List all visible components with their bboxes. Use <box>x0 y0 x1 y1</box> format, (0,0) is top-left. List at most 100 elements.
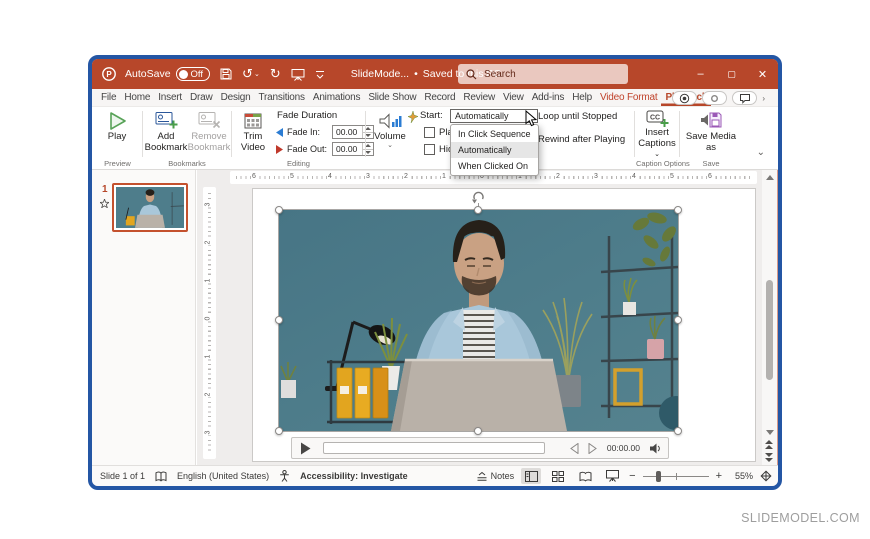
remove-bookmark-button: Remove Bookmark <box>188 109 230 157</box>
close-button[interactable]: ✕ <box>747 59 778 89</box>
selection-handle[interactable] <box>674 427 682 435</box>
copilot-button[interactable] <box>702 91 727 105</box>
autosave-toggle[interactable]: Off <box>176 67 211 81</box>
trim-video-button[interactable]: Trim Video <box>234 109 272 157</box>
save-icon[interactable] <box>220 68 232 80</box>
dropdown-option-when-clicked-on[interactable]: When Clicked On <box>451 158 538 174</box>
video-object[interactable] <box>279 210 678 431</box>
ribbon-tab-bar: FileHomeInsertDrawDesignTransitionsAnima… <box>92 89 778 107</box>
tab-design[interactable]: Design <box>217 89 255 106</box>
selection-handle[interactable] <box>474 206 482 214</box>
ruler-number: 1 <box>204 354 211 360</box>
selection-handle[interactable] <box>275 316 283 324</box>
ruler-number: 2 <box>555 173 561 180</box>
window-controls: – ▢ ✕ <box>685 59 778 89</box>
vertical-ruler: 3210123 <box>203 187 216 459</box>
selection-handle[interactable] <box>275 206 283 214</box>
previous-slide-button[interactable] <box>765 440 773 449</box>
tab-home[interactable]: Home <box>120 89 154 106</box>
tab-record[interactable]: Record <box>420 89 459 106</box>
ruler-number: 1 <box>441 173 447 180</box>
notes-button[interactable]: Notes <box>476 471 515 482</box>
tab-view[interactable]: View <box>499 89 528 106</box>
play-icon <box>106 109 128 132</box>
media-progress-bar[interactable] <box>323 442 545 454</box>
tab-animations[interactable]: Animations <box>309 89 364 106</box>
ruler-number: 4 <box>327 173 333 180</box>
minimize-button[interactable]: – <box>685 59 716 89</box>
group-label-bookmarks: Bookmarks <box>144 159 230 168</box>
dropdown-option-automatically[interactable]: Automatically <box>451 142 538 158</box>
normal-view-button[interactable] <box>521 468 541 484</box>
zoom-out-button[interactable]: − <box>629 470 635 482</box>
frame-back-button[interactable] <box>569 443 579 454</box>
autosave-label: AutoSave <box>125 68 171 80</box>
zoom-level[interactable]: 55% <box>729 471 753 481</box>
scroll-up-arrow[interactable] <box>766 175 774 180</box>
save-group: Save Media as Save <box>681 107 741 169</box>
bookmarks-group: Add Bookmark Remove Bookmark Bookmarks <box>144 107 230 169</box>
tab-insert[interactable]: Insert <box>154 89 186 106</box>
slide-sorter-view-button[interactable] <box>548 468 568 484</box>
selection-handle[interactable] <box>674 316 682 324</box>
selection-handle[interactable] <box>275 427 283 435</box>
comments-button[interactable] <box>732 91 757 105</box>
slide-show-button[interactable] <box>602 468 622 484</box>
accessibility-icon <box>279 470 290 482</box>
slide-thumbnail[interactable] <box>112 183 188 232</box>
dropdown-option-in-click-sequence[interactable]: In Click Sequence <box>451 126 538 142</box>
tab-help[interactable]: Help <box>568 89 596 106</box>
ruler-number: 6 <box>707 173 713 180</box>
present-icon[interactable] <box>291 68 305 81</box>
ruler-number: 1 <box>204 278 211 284</box>
start-dropdown-menu: In Click SequenceAutomaticallyWhen Click… <box>450 124 539 176</box>
scroll-down-arrow[interactable] <box>766 430 774 435</box>
tab-draw[interactable]: Draw <box>186 89 217 106</box>
slide-canvas[interactable]: 00:00.00 <box>252 188 756 462</box>
group-label-caption-options: Caption Options <box>636 159 678 168</box>
zoom-in-button[interactable]: + <box>716 470 722 482</box>
tab-slide-show[interactable]: Slide Show <box>364 89 420 106</box>
maximize-button[interactable]: ▢ <box>716 59 747 89</box>
play-button[interactable]: Play <box>97 109 137 157</box>
vertical-scrollbar[interactable] <box>762 170 777 465</box>
tab-transitions[interactable]: Transitions <box>255 89 309 106</box>
fit-slide-to-window-icon[interactable] <box>760 470 772 482</box>
selection-handle[interactable] <box>674 206 682 214</box>
next-slide-button[interactable] <box>765 453 773 462</box>
slide-indicator[interactable]: Slide 1 of 1 <box>100 471 145 481</box>
zoom-slider[interactable] <box>643 471 709 482</box>
save-media-as-button[interactable]: Save Media as <box>681 109 741 157</box>
page: P AutoSave Off ↺⌄ ↻ SlideMode... • Saved… <box>0 0 870 539</box>
watermark: SLIDEMODEL.COM <box>741 511 860 525</box>
spellcheck-book-icon[interactable] <box>155 471 167 482</box>
tab-review[interactable]: Review <box>459 89 499 106</box>
media-volume-button[interactable] <box>649 443 660 454</box>
more-chevron-icon[interactable]: › <box>762 94 765 103</box>
ruler-number: 5 <box>289 173 295 180</box>
insert-captions-button[interactable]: CC Insert Captions ⌄ <box>636 109 678 157</box>
zoom-slider-thumb[interactable] <box>656 471 661 482</box>
volume-button[interactable]: Volume ⌄ <box>371 109 409 157</box>
tab-file[interactable]: File <box>97 89 120 106</box>
frame-forward-button[interactable] <box>588 443 598 454</box>
search-input[interactable]: Search <box>458 64 628 84</box>
ruler-number: 4 <box>631 173 637 180</box>
redo-icon[interactable]: ↻ <box>270 68 281 81</box>
collapse-ribbon-icon[interactable]: ⌄ <box>757 147 765 158</box>
selection-handle[interactable] <box>474 427 482 435</box>
accessibility-status[interactable]: Accessibility: Investigate <box>300 471 408 481</box>
customize-toolbar-icon[interactable] <box>315 69 325 80</box>
reading-view-button[interactable] <box>575 468 595 484</box>
language-indicator[interactable]: English (United States) <box>177 471 269 481</box>
tab-add-ins[interactable]: Add-ins <box>528 89 569 106</box>
fade-duration-label: Fade Duration <box>277 110 337 121</box>
media-play-button[interactable] <box>300 442 311 455</box>
group-separator <box>679 111 680 157</box>
tab-video-format[interactable]: Video Format <box>596 89 661 106</box>
add-bookmark-button[interactable]: Add Bookmark <box>145 109 187 157</box>
ruler-number: 6 <box>251 173 257 180</box>
record-button[interactable] <box>672 91 697 105</box>
scrollbar-thumb[interactable] <box>766 280 773 380</box>
undo-icon[interactable]: ↺⌄ <box>242 68 260 81</box>
